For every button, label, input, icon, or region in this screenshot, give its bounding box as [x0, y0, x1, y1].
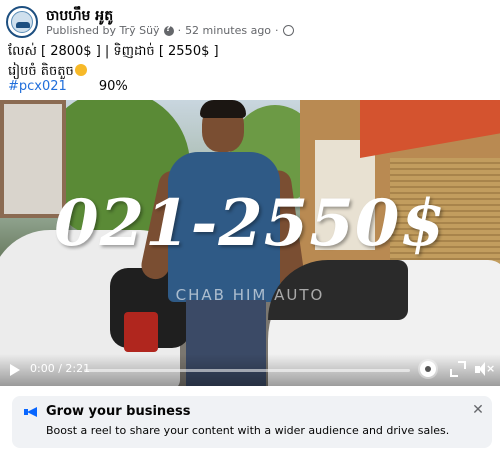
- page-avatar[interactable]: [6, 6, 38, 38]
- promo-text: Boost a reel to share your content with …: [46, 424, 450, 437]
- condition-percent: 90%: [98, 79, 128, 94]
- video-player[interactable]: 021-2550$ CHAB HIM AUTO 0:00 / 2:21 ×: [0, 100, 500, 386]
- post-timestamp[interactable]: 52 minutes ago: [185, 24, 271, 37]
- video-progress-track[interactable]: [84, 369, 410, 372]
- post-meta: Published by Trỹ Süÿ · 52 minutes ago ·: [46, 24, 294, 37]
- boost-promo-banner[interactable]: Grow your business Boost a reel to share…: [12, 396, 492, 448]
- info-icon[interactable]: [163, 24, 174, 36]
- promo-title: Grow your business: [46, 404, 191, 419]
- globe-icon: [282, 25, 294, 36]
- fullscreen-icon[interactable]: [450, 361, 466, 377]
- smile-emoji-icon: [74, 64, 87, 76]
- caption-note-text: រៀបចំ តិចតួច: [8, 64, 74, 79]
- mute-icon[interactable]: ×: [475, 362, 495, 378]
- video-watermark: CHAB HIM AUTO: [175, 286, 325, 304]
- settings-gear-icon[interactable]: [420, 361, 436, 377]
- video-controls: 0:00 / 2:21 ×: [0, 354, 500, 386]
- video-time: 0:00 / 2:21: [30, 362, 91, 375]
- scooter-tail-light: [124, 312, 158, 352]
- megaphone-icon: [24, 406, 38, 418]
- separator-dot: ·: [275, 24, 279, 37]
- caption-line-tags: #pcx021 90%: [8, 79, 128, 94]
- publisher-name[interactable]: Trỹ Süÿ: [119, 24, 159, 37]
- video-price-overlay: 021-2550$: [54, 186, 446, 261]
- separator-dot: ·: [177, 24, 182, 37]
- post-card: ចាបហឹម អូតូ Published by Trỹ Süÿ · 52 mi…: [0, 0, 500, 458]
- close-icon[interactable]: ✕: [470, 402, 486, 418]
- play-icon[interactable]: [10, 364, 20, 376]
- published-by-label: Published by: [46, 24, 116, 37]
- person-hair: [200, 100, 246, 118]
- hashtag-link[interactable]: #pcx021: [8, 79, 67, 94]
- avatar-logo-icon: [11, 11, 33, 33]
- caption-line-price: លែស់ [ 2800$ ] | ទិញដាច់ [ 2550$ ]: [8, 44, 219, 59]
